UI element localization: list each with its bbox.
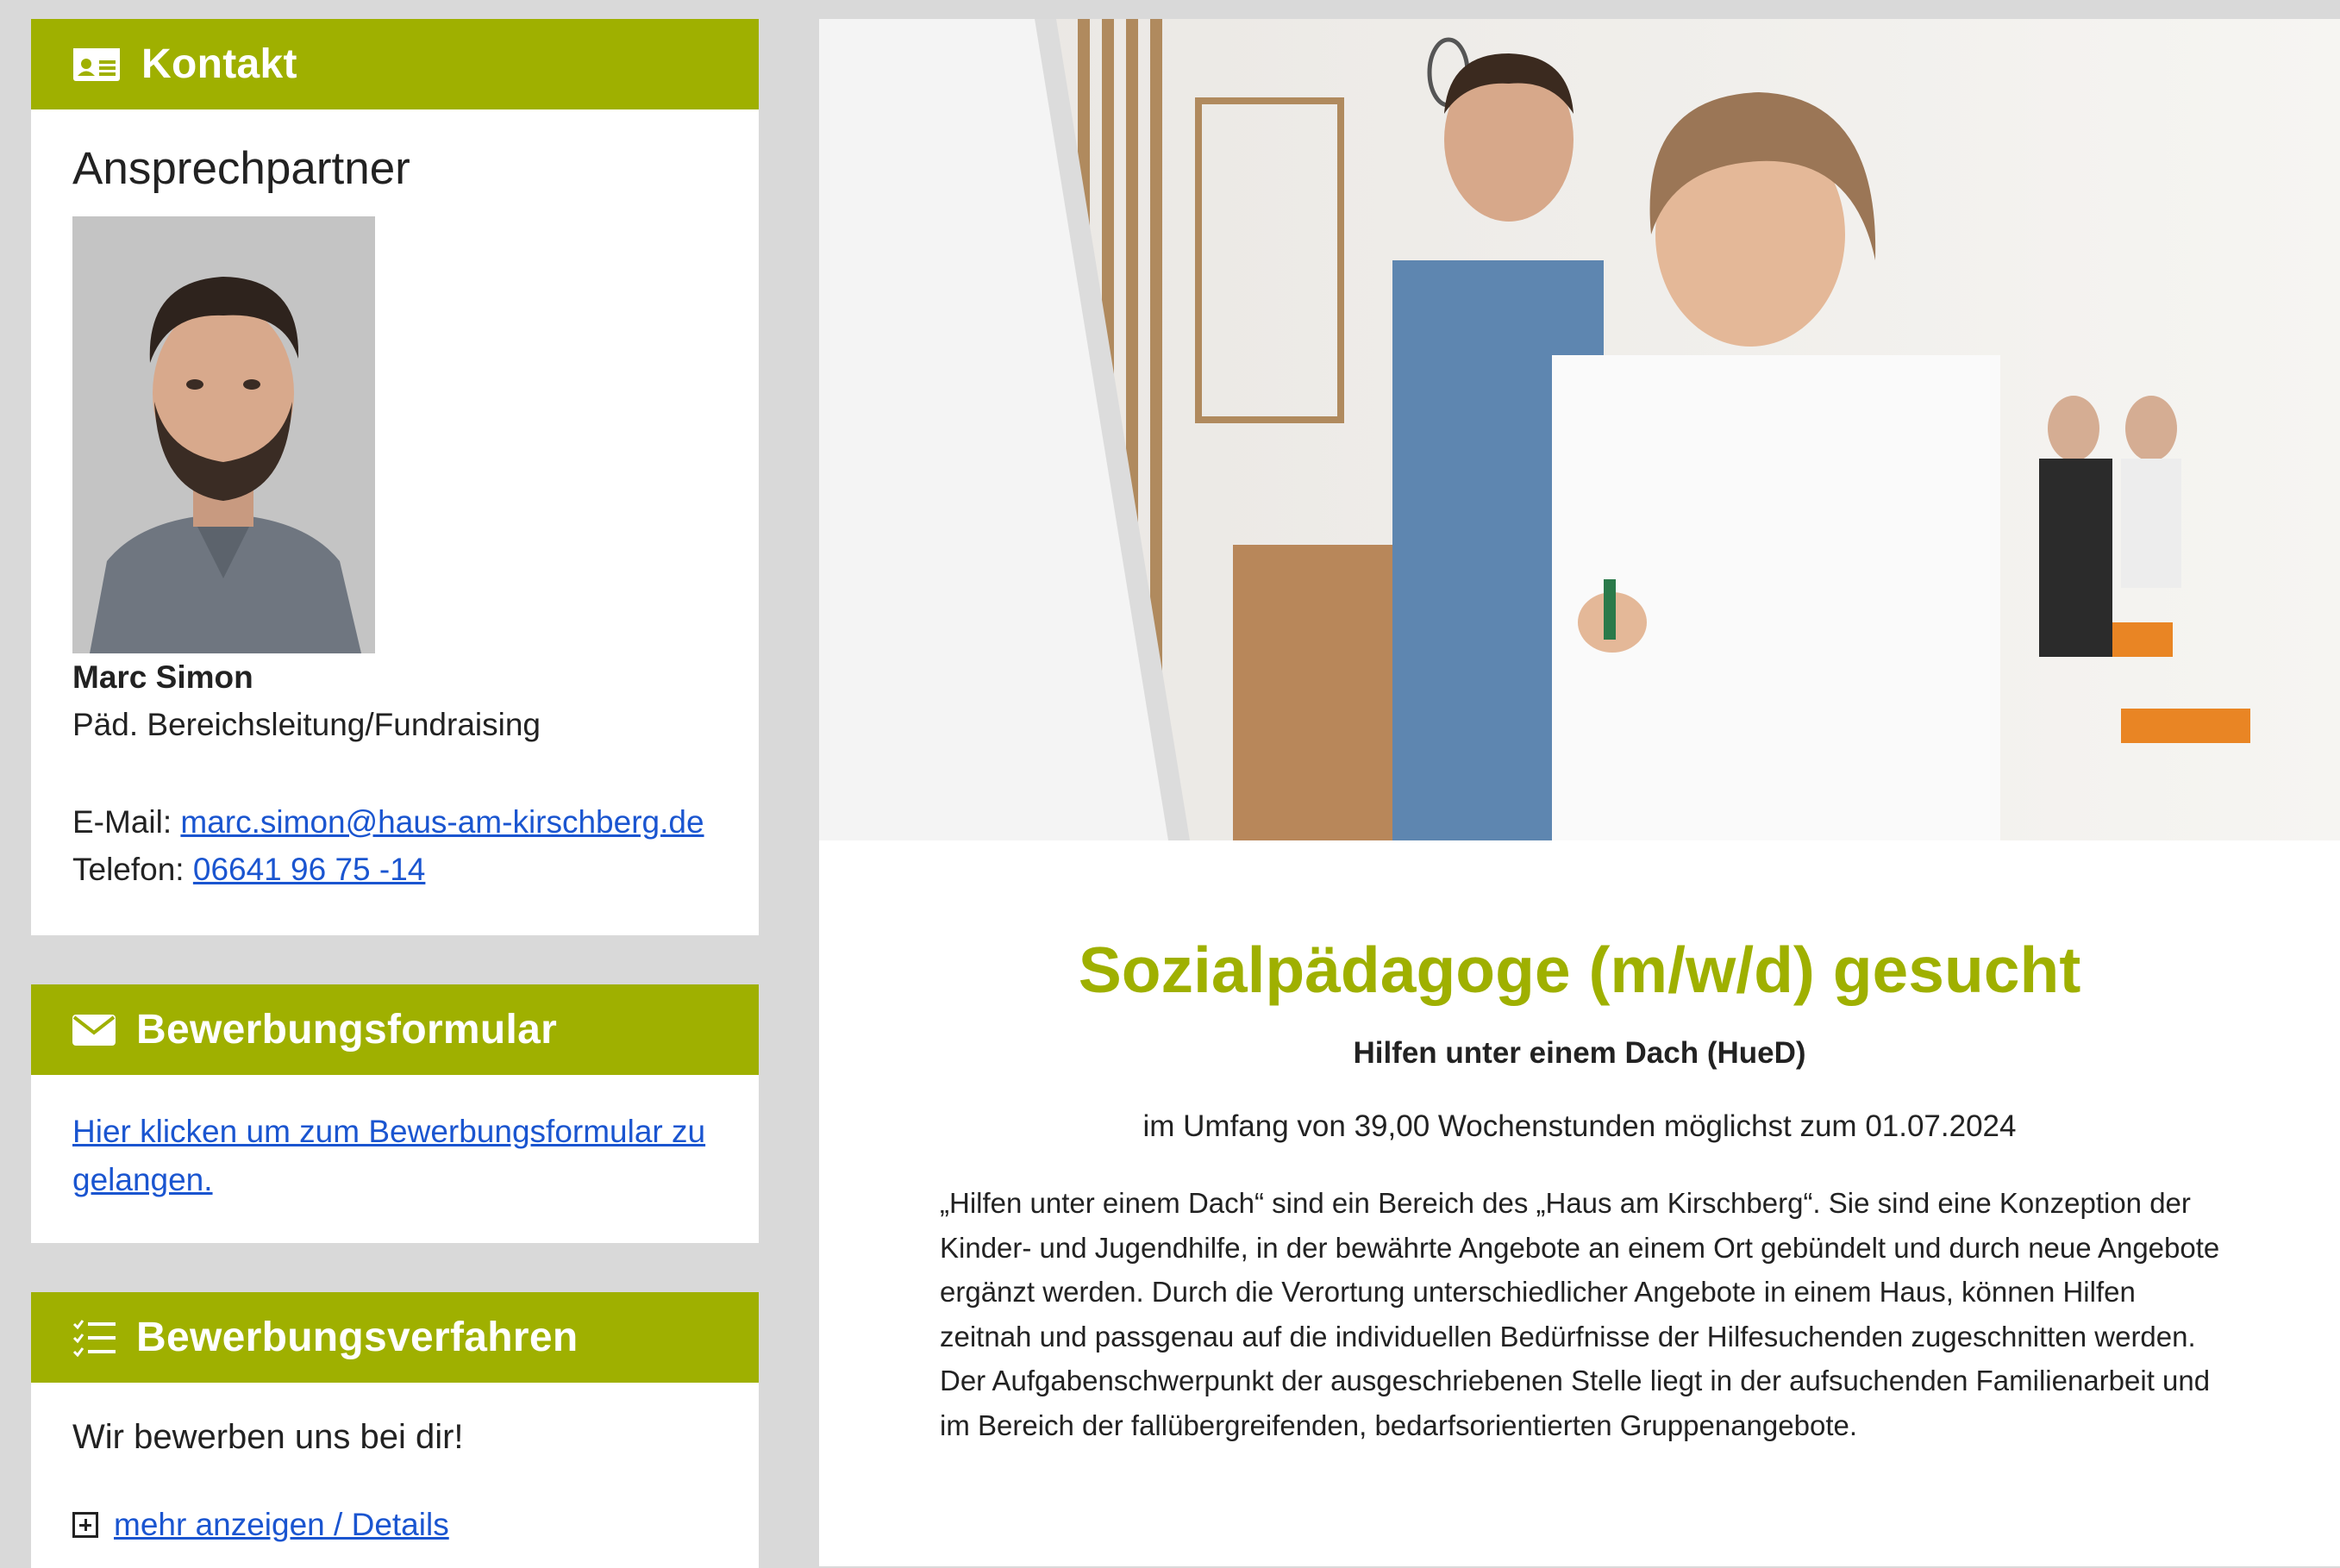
contact-phone-row: Telefon: 06641 96 75 -14 xyxy=(72,852,425,888)
application-process-text: Wir bewerben uns bei dir! xyxy=(72,1418,464,1456)
job-description-paragraph-2: Der Aufgabenschwerpunkt der ausgeschrieb… xyxy=(940,1365,2211,1441)
contact-card-header: Kontakt xyxy=(31,19,759,109)
email-link[interactable]: marc.simon@haus-am-kirschberg.de xyxy=(180,804,704,840)
application-form-title: Bewerbungsformular xyxy=(136,1007,558,1053)
contact-subheading: Ansprechpartner xyxy=(72,143,410,194)
application-process-title: Bewerbungsverfahren xyxy=(136,1315,579,1360)
job-scope: im Umfang von 39,00 Wochenstunden möglic… xyxy=(1142,1109,2017,1143)
application-form-header: Bewerbungsformular xyxy=(31,984,759,1075)
hero-image xyxy=(819,19,2340,840)
envelope-icon xyxy=(72,1014,116,1046)
job-description-paragraph-1: „Hilfen unter einem Dach“ sind ein Berei… xyxy=(940,1187,2220,1352)
contact-name: Marc Simon xyxy=(72,659,253,695)
application-form-link[interactable]: Hier klicken um zum Bewerbungsformular z… xyxy=(72,1108,762,1204)
plus-square-icon[interactable] xyxy=(72,1512,98,1538)
checklist-icon xyxy=(72,1319,116,1357)
job-department: Hilfen unter einem Dach (HueD) xyxy=(1353,1036,1806,1070)
more-details-toggle[interactable]: mehr anzeigen / Details xyxy=(72,1507,449,1543)
job-posting: Sozialpädagoge (m/w/d) gesucht Hilfen un… xyxy=(819,19,2340,1566)
contact-card-icon xyxy=(72,47,121,82)
contact-photo xyxy=(72,216,375,653)
email-label: E-Mail: xyxy=(72,804,181,840)
contact-card-title: Kontakt xyxy=(141,41,297,87)
job-description: „Hilfen unter einem Dach“ sind ein Berei… xyxy=(940,1181,2233,1447)
application-process-header: Bewerbungsverfahren xyxy=(31,1292,759,1383)
contact-role: Päd. Bereichsleitung/Fundraising xyxy=(72,707,541,742)
job-title: Sozialpädagoge (m/w/d) gesucht xyxy=(1078,934,2081,1006)
phone-label: Telefon: xyxy=(72,852,193,887)
phone-link[interactable]: 06641 96 75 -14 xyxy=(193,852,426,887)
more-details-link[interactable]: mehr anzeigen / Details xyxy=(114,1507,449,1543)
contact-email-row: E-Mail: marc.simon@haus-am-kirschberg.de xyxy=(72,804,704,840)
